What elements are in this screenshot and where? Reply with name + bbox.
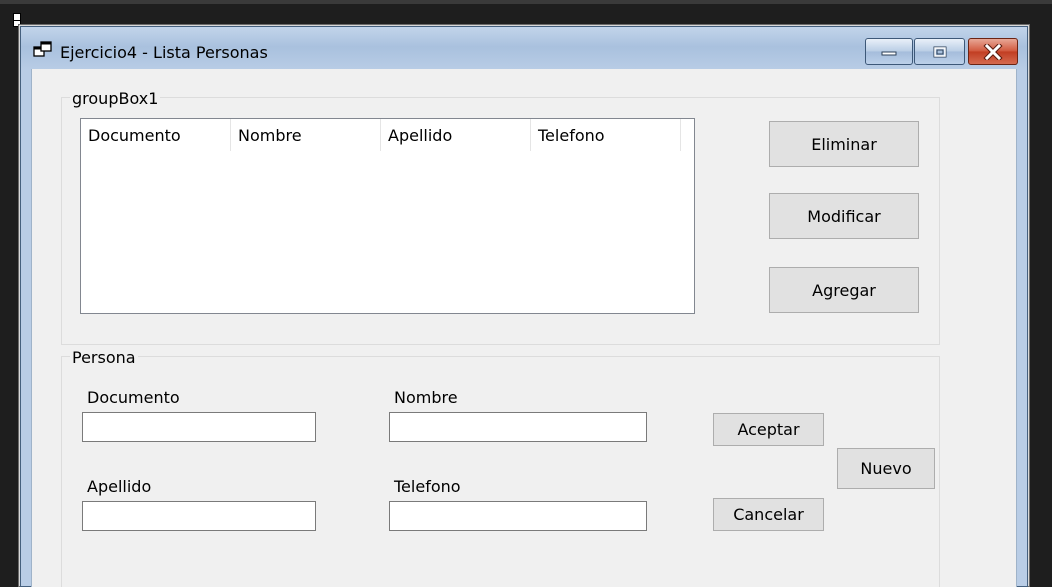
title-bar[interactable]: Ejercicio4 - Lista Personas (21, 27, 1027, 69)
groupbox-persona-caption: Persona (70, 348, 138, 367)
telefono-field[interactable] (389, 501, 647, 531)
documento-label: Documento (87, 388, 180, 407)
column-header-documento[interactable]: Documento (81, 119, 231, 151)
delete-button[interactable]: Eliminar (769, 121, 919, 167)
accept-button[interactable]: Aceptar (713, 413, 824, 446)
telefono-label: Telefono (394, 477, 461, 496)
designer-stage: Ejercicio4 - Lista Personas groupBox1 Do… (0, 0, 1052, 587)
maximize-icon (933, 46, 946, 57)
groupbox-list-caption: groupBox1 (70, 89, 161, 108)
designer-top-strip (0, 0, 1052, 4)
minimize-icon (881, 51, 897, 55)
close-button[interactable] (968, 38, 1018, 65)
cancel-button[interactable]: Cancelar (713, 498, 824, 531)
form-window: Ejercicio4 - Lista Personas groupBox1 Do… (20, 26, 1028, 587)
column-header-nombre[interactable]: Nombre (231, 119, 381, 151)
app-windows-icon (33, 41, 52, 57)
maximize-button[interactable] (914, 38, 965, 65)
listview-header: Documento Nombre Apellido Telefono (81, 119, 681, 151)
window-title: Ejercicio4 - Lista Personas (60, 43, 268, 62)
column-header-telefono[interactable]: Telefono (531, 119, 681, 151)
groupbox-persona (61, 356, 940, 587)
form-client-area: groupBox1 Documento Nombre Apellido Tele… (31, 69, 1017, 587)
minimize-button[interactable] (865, 38, 913, 65)
close-icon (983, 43, 1003, 60)
apellido-field[interactable] (82, 501, 316, 531)
apellido-label: Apellido (87, 477, 152, 496)
new-button[interactable]: Nuevo (837, 448, 935, 489)
modify-button[interactable]: Modificar (769, 193, 919, 239)
persons-listview[interactable]: Documento Nombre Apellido Telefono (80, 118, 695, 314)
nombre-label: Nombre (394, 388, 458, 407)
add-button[interactable]: Agregar (769, 267, 919, 313)
documento-field[interactable] (82, 412, 316, 442)
nombre-field[interactable] (389, 412, 647, 442)
column-header-apellido[interactable]: Apellido (381, 119, 531, 151)
